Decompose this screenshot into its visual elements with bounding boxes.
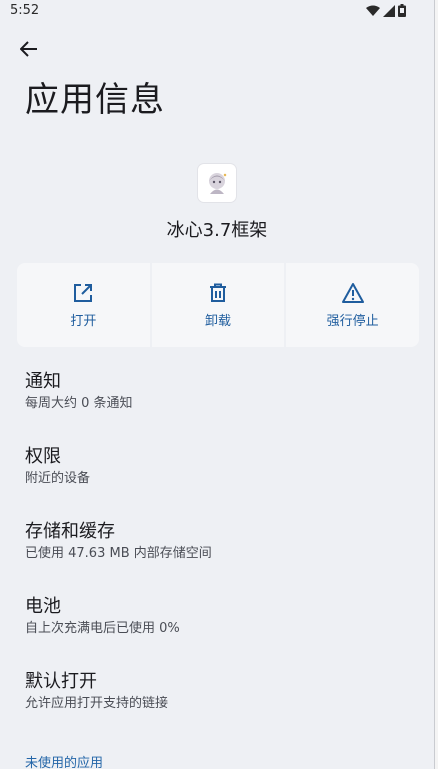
list-item-permissions[interactable]: 权限 附近的设备 — [25, 445, 415, 520]
app-name: 冰心3.7框架 — [166, 220, 268, 241]
status-bar: 5:52 — [0, 0, 434, 22]
force-stop-button[interactable]: 强行停止 — [286, 263, 419, 347]
signal-icon — [383, 4, 395, 17]
wifi-icon — [366, 5, 380, 16]
app-avatar-icon — [209, 173, 227, 194]
app-icon — [198, 164, 236, 202]
trash-icon — [210, 283, 226, 302]
list-item-title: 权限 — [25, 446, 61, 467]
force-stop-button-label: 强行停止 — [326, 313, 379, 329]
settings-list: 通知 每周大约 0 条通知 权限 附近的设备 存储和缓存 已使用 47.63 M… — [25, 370, 415, 745]
open-external-icon — [74, 283, 93, 302]
app-info-screen: 5:52 应用信息 冰心3.7框架 打开 卸载 强行停止 通知 每周大约 0 条… — [0, 0, 435, 769]
back-button[interactable] — [16, 36, 42, 62]
open-button[interactable]: 打开 — [17, 263, 150, 347]
list-item-subtitle: 自上次充满电后已使用 0% — [25, 621, 180, 636]
unused-apps-link[interactable]: 未使用的应用 — [25, 752, 103, 769]
list-item-subtitle: 每周大约 0 条通知 — [25, 396, 133, 411]
uninstall-button[interactable]: 卸载 — [151, 263, 285, 347]
list-item-title: 默认打开 — [25, 671, 97, 692]
list-item-subtitle: 允许应用打开支持的链接 — [25, 696, 169, 711]
list-item-title: 电池 — [25, 596, 61, 617]
list-item-notifications[interactable]: 通知 每周大约 0 条通知 — [25, 370, 415, 445]
page-title: 应用信息 — [25, 80, 165, 120]
status-icons — [366, 4, 406, 17]
list-item-title: 通知 — [25, 371, 61, 392]
list-item-open-by-default[interactable]: 默认打开 允许应用打开支持的链接 — [25, 670, 415, 745]
status-time: 5:52 — [10, 3, 40, 18]
list-item-subtitle: 已使用 47.63 MB 内部存储空间 — [25, 546, 212, 561]
battery-icon — [398, 4, 406, 17]
arrow-back-icon — [20, 41, 37, 57]
list-item-title: 存储和缓存 — [25, 521, 115, 542]
open-button-label: 打开 — [70, 313, 97, 329]
list-item-subtitle: 附近的设备 — [25, 471, 91, 486]
list-item-storage[interactable]: 存储和缓存 已使用 47.63 MB 内部存储空间 — [25, 520, 415, 595]
list-item-battery[interactable]: 电池 自上次充满电后已使用 0% — [25, 595, 415, 670]
uninstall-button-label: 卸载 — [205, 313, 232, 329]
action-buttons: 打开 卸载 强行停止 — [17, 263, 419, 347]
warning-icon — [341, 282, 364, 303]
